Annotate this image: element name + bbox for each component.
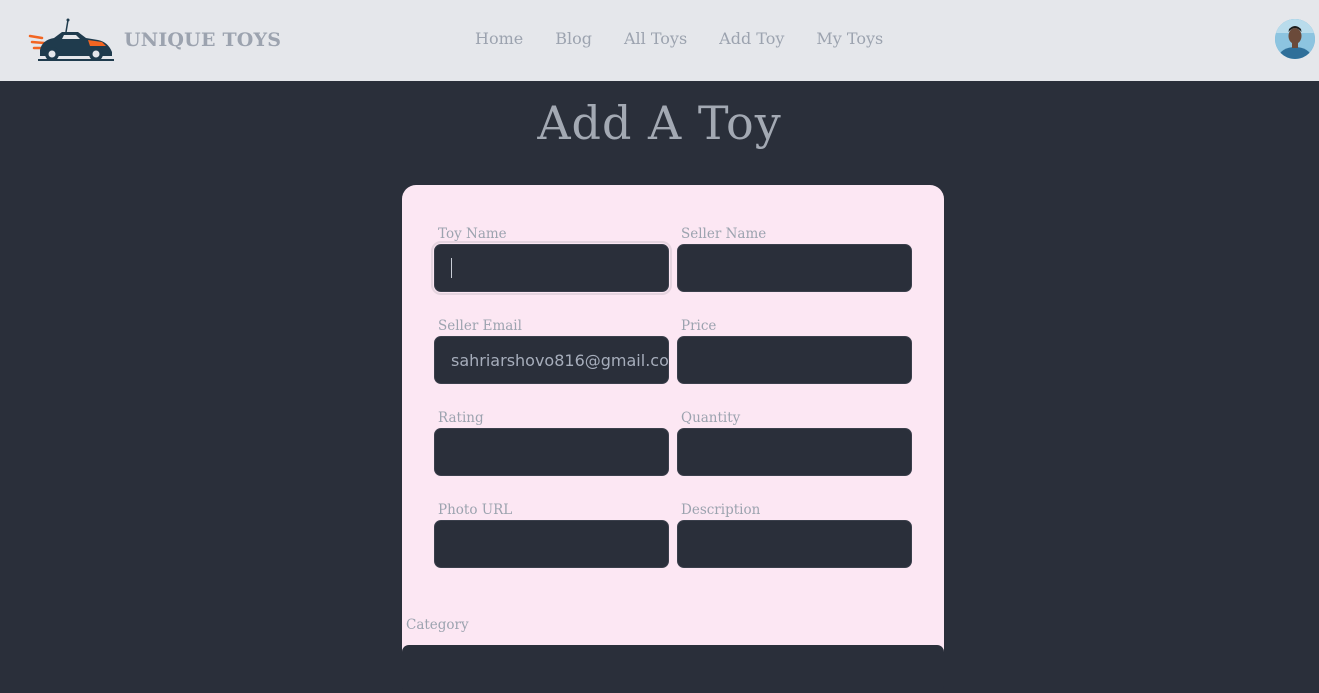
nav-link-home[interactable]: Home — [475, 29, 523, 48]
toy-name-label: Toy Name — [438, 226, 507, 242]
race-car-logo-icon — [28, 18, 114, 61]
seller-name-input[interactable] — [677, 244, 912, 292]
brand-name: UNIQUE TOYS — [124, 29, 282, 51]
nav-links: Home Blog All Toys Add Toy My Toys — [475, 29, 915, 48]
seller-email-field: Seller Email sahriarshovo816@gmail.co — [434, 317, 669, 384]
rating-field: Rating — [434, 409, 669, 476]
text-caret — [451, 258, 452, 278]
avatar-photo — [1275, 19, 1315, 59]
category-label: Category — [406, 617, 469, 633]
navbar: UNIQUE TOYS Home Blog All Toys Add Toy M… — [0, 0, 1319, 81]
nav-link-add-toy[interactable]: Add Toy — [719, 29, 784, 48]
quantity-field: Quantity — [677, 409, 912, 476]
seller-name-field: Seller Name — [677, 225, 912, 292]
rating-label: Rating — [438, 410, 484, 426]
description-label: Description — [681, 502, 761, 518]
seller-name-label: Seller Name — [681, 226, 767, 242]
photo-url-field: Photo URL — [434, 501, 669, 568]
price-field: Price — [677, 317, 912, 384]
toy-name-field: Toy Name — [431, 225, 672, 295]
description-field: Description — [677, 501, 912, 568]
page-title: Add A Toy — [537, 96, 782, 150]
user-avatar[interactable] — [1275, 19, 1315, 59]
quantity-label: Quantity — [681, 410, 741, 426]
toy-name-input[interactable] — [431, 241, 672, 295]
nav-link-all-toys[interactable]: All Toys — [624, 29, 687, 48]
price-label: Price — [681, 318, 717, 334]
quantity-input[interactable] — [677, 428, 912, 476]
price-input[interactable] — [677, 336, 912, 384]
rating-input[interactable] — [434, 428, 669, 476]
description-input[interactable] — [677, 520, 912, 568]
category-select[interactable] — [402, 645, 944, 693]
seller-email-label: Seller Email — [438, 318, 522, 334]
add-toy-form: Toy Name Seller Name Seller Email sahria… — [402, 185, 944, 693]
seller-email-input[interactable]: sahriarshovo816@gmail.co — [434, 336, 669, 384]
seller-email-value: sahriarshovo816@gmail.co — [451, 350, 669, 370]
brand[interactable]: UNIQUE TOYS — [28, 18, 281, 62]
photo-url-input[interactable] — [434, 520, 669, 568]
nav-link-my-toys[interactable]: My Toys — [816, 29, 883, 48]
nav-link-blog[interactable]: Blog — [555, 29, 592, 48]
photo-url-label: Photo URL — [438, 502, 513, 518]
